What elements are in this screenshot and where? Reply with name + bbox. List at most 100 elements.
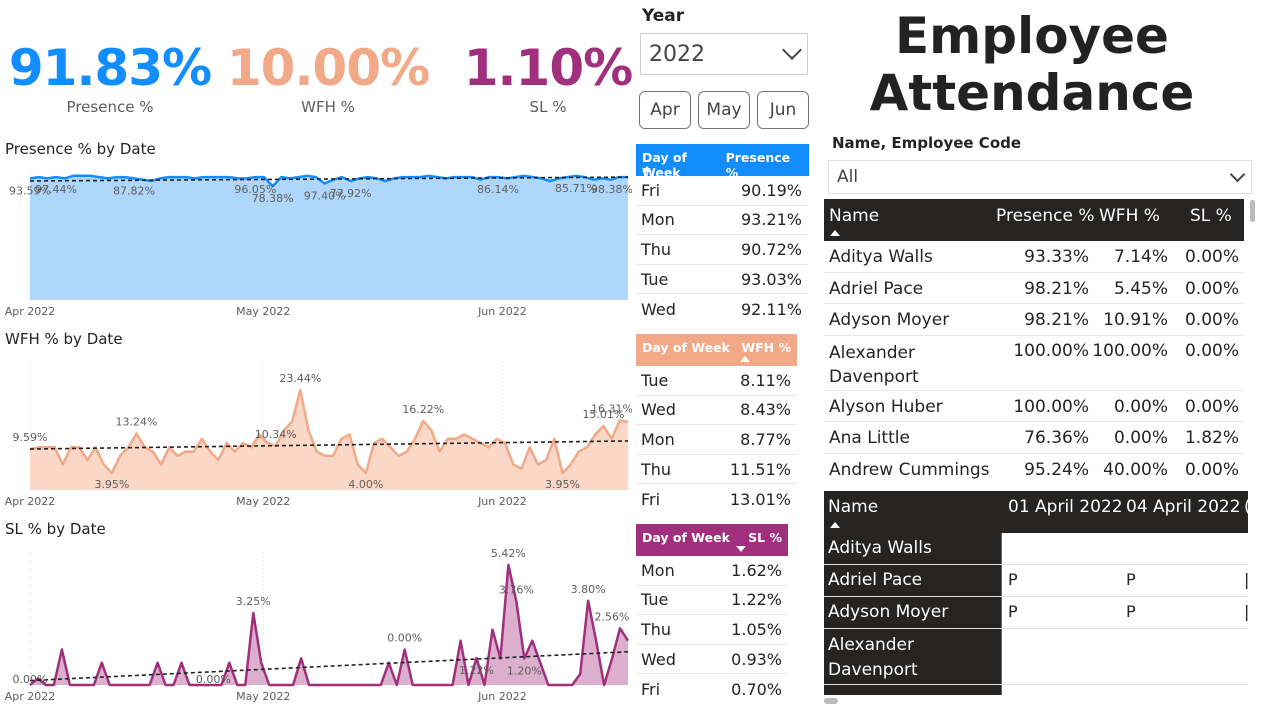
data-label: 1.22% — [459, 664, 494, 677]
table-row: Tue 93.03% — [636, 265, 808, 295]
data-label: 3.95% — [545, 478, 580, 491]
table-row — [824, 685, 1248, 695]
data-label: 1.20% — [507, 664, 542, 677]
presence-dow-col-value[interactable]: Presence % — [726, 150, 803, 180]
data-label: 77.92% — [330, 187, 372, 200]
cell-sl: 1.82% — [1184, 428, 1239, 448]
data-label: 10.34% — [255, 428, 297, 441]
attendance-matrix-hscrollbar[interactable] — [824, 698, 838, 704]
table-row: Wed 0.93% — [636, 645, 788, 675]
col-wfh[interactable]: WFH % — [1099, 206, 1160, 226]
col-name[interactable]: Name — [829, 206, 879, 226]
cell-wfh: 0.00% — [1113, 428, 1168, 448]
cell-name: Alexander Davenport — [824, 629, 1002, 684]
name-dropdown-value: All — [837, 167, 859, 187]
cell-status: P — [1008, 602, 1018, 621]
attendance-matrix: Name 01 April 2022 04 April 2022 ( Adity… — [824, 491, 1248, 695]
kpi-sl-label: SL % — [529, 98, 567, 116]
cell-value: 93.21% — [740, 210, 802, 230]
table-row: Tue 1.22% — [636, 586, 788, 616]
cell-day: Tue — [641, 590, 669, 610]
cell-day: Thu — [641, 459, 672, 479]
year-dropdown[interactable]: 2022 — [640, 33, 808, 75]
sl-area-chart[interactable]: Apr 2022 May 2022 Jun 2022 0.00% 3.25% 0.00% 0… — [0, 540, 632, 705]
sort-ascending-icon — [642, 166, 652, 172]
col-date-1[interactable]: 01 April 2022 — [1008, 497, 1123, 517]
cell-sl: 0.00% — [1184, 247, 1239, 267]
cell-status: P — [1126, 570, 1136, 589]
table-row: Alyson Huber 100.00% 0.00% 0.00% — [824, 391, 1244, 422]
presence-dow-header[interactable]: Day of Week Presence % — [636, 144, 809, 180]
cell-presence: 100.00% — [1013, 340, 1089, 361]
cell-wfh: 5.45% — [1113, 278, 1168, 299]
wfh-dow-col-day[interactable]: Day of Week — [642, 340, 730, 366]
trend-line — [29, 440, 629, 450]
wfh-dow-header[interactable]: Day of Week WFH % — [636, 334, 797, 366]
col-name[interactable]: Name — [828, 497, 878, 517]
data-label: 78.38% — [252, 192, 294, 205]
cell-value: 92.11% — [740, 299, 802, 319]
kpi-wfh-value: 10.00% — [226, 39, 430, 97]
data-label: 4.00% — [348, 478, 383, 491]
cell-value: 11.51% — [729, 459, 791, 479]
table-row: Andrew Cummings 95.24% 40.00% 0.00% — [824, 454, 1244, 480]
cell-name: Aditya Walls — [824, 533, 1002, 564]
cell-presence: 98.21% — [1024, 310, 1089, 330]
sl-dow-col-value[interactable]: SL % — [748, 530, 782, 556]
cell-day: Thu — [641, 619, 672, 639]
cell-day: Mon — [641, 560, 675, 580]
cell-value: 8.77% — [740, 429, 791, 449]
table-row: Wed 92.11% — [636, 294, 808, 324]
cell-name: Alyson Huber — [829, 396, 943, 417]
cell-presence: 100.00% — [1013, 396, 1089, 417]
sl-dow-header[interactable]: Day of Week SL % — [636, 524, 788, 556]
data-label: 0.00% — [13, 673, 48, 686]
cell-day: Wed — [641, 299, 676, 319]
cell-name: Adriel Pace — [824, 565, 1002, 596]
wfh-area-chart[interactable]: Apr 2022 May 2022 Jun 2022 9.59% 3.95% 13.24%… — [0, 350, 632, 510]
col-presence[interactable]: Presence % — [996, 206, 1094, 226]
presence-dow-col-day[interactable]: Day of Week — [642, 150, 726, 180]
month-button-jun[interactable]: Jun — [757, 91, 809, 129]
page-title: Employee Attendance — [832, 8, 1232, 122]
presence-area-chart[interactable]: Apr 2022 May 2022 Jun 202293.59%97.44% 87.8… — [0, 160, 632, 320]
data-label: 86.14% — [477, 183, 519, 196]
table-row: Fri 90.19% — [636, 176, 808, 206]
sort-ascending-icon — [830, 230, 840, 236]
col-date-2[interactable]: 04 April 2022 — [1126, 497, 1241, 517]
cell-value: 0.93% — [731, 649, 782, 669]
cell-presence: 76.36% — [1024, 428, 1089, 448]
data-label: 3.95% — [94, 478, 129, 491]
cell-name: Alexander Davenport — [829, 342, 919, 387]
cell-name: Ana Little — [829, 428, 910, 448]
cell-status: P — [1008, 570, 1018, 589]
col-sl[interactable]: SL % — [1190, 206, 1232, 226]
x-tick-label: May 2022 — [236, 495, 290, 508]
cell-name-clipped — [824, 685, 1002, 695]
month-button-may[interactable]: May — [698, 91, 750, 129]
cell-name: Adyson Moyer — [829, 310, 950, 330]
name-slicer-title: Name, Employee Code — [832, 134, 1022, 152]
wfh-dow-col-value[interactable]: WFH % — [741, 340, 791, 366]
sl-dow-table: Day of Week SL % Mon 1.62% Tue 1.22% Thu 1.… — [636, 524, 808, 704]
cell-day: Fri — [641, 489, 661, 509]
name-dropdown[interactable]: All — [828, 160, 1252, 194]
sl-dow-col-day[interactable]: Day of Week — [642, 530, 730, 556]
cell-value: 8.43% — [740, 400, 791, 420]
cell-name: Aditya Walls — [829, 247, 933, 267]
wfh-dow-table: Day of Week WFH % Tue 8.11% Wed 8.43% Mon 8… — [636, 334, 808, 514]
data-label: 9.59% — [13, 431, 48, 444]
month-button-apr[interactable]: Apr — [639, 91, 691, 129]
table-row: Adyson Moyer P P | — [824, 597, 1248, 629]
cell-presence: 93.33% — [1024, 247, 1089, 267]
data-label: 5.42% — [491, 547, 526, 560]
cell-wfh: 40.00% — [1103, 459, 1168, 480]
cell-value: 1.62% — [731, 560, 782, 580]
page-title-line1: Employee — [895, 7, 1169, 65]
employee-table-scrollbar[interactable] — [1250, 200, 1255, 222]
table-row: Ana Little 76.36% 0.00% 1.82% — [824, 422, 1244, 454]
cell-sl: 0.00% — [1184, 340, 1239, 361]
cell-presence: 98.21% — [1024, 278, 1089, 299]
data-label: 13.24% — [116, 416, 158, 429]
cell-sl: 0.00% — [1184, 310, 1239, 330]
